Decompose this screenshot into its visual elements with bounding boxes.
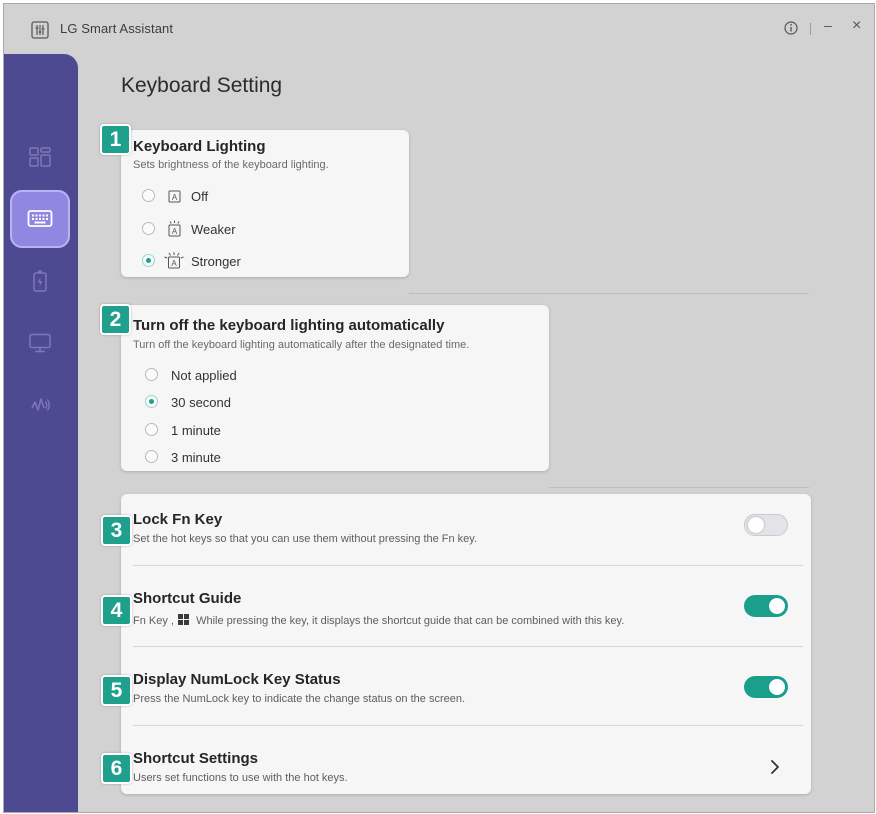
sidebar-item-dashboard[interactable] bbox=[10, 128, 70, 186]
toggle-knob bbox=[769, 679, 785, 695]
svg-text:A: A bbox=[172, 227, 178, 236]
close-button[interactable]: × bbox=[852, 18, 861, 34]
callout-badge-5: 5 bbox=[101, 675, 132, 706]
battery-icon bbox=[33, 270, 47, 292]
chevron-right-icon[interactable] bbox=[769, 759, 781, 775]
lighting-option-stronger[interactable]: A Stronger bbox=[142, 252, 272, 272]
row-divider bbox=[133, 725, 803, 726]
monitor-icon bbox=[29, 333, 51, 353]
option-label: 1 minute bbox=[171, 423, 221, 438]
shortcut-guide-title: Shortcut Guide bbox=[133, 590, 242, 607]
page-title: Keyboard Setting bbox=[121, 74, 283, 97]
numlock-status-subtitle: Press the NumLock key to indicate the ch… bbox=[133, 693, 466, 705]
sidebar-nav bbox=[4, 54, 78, 812]
lighting-option-weaker[interactable]: A Weaker bbox=[142, 220, 262, 240]
sidebar-item-display[interactable] bbox=[10, 314, 70, 372]
option-label: Weaker bbox=[191, 222, 236, 237]
key-off-icon: A bbox=[168, 190, 181, 203]
svg-text:A: A bbox=[171, 259, 177, 268]
keyboard-lighting-subtitle: Sets brightness of the keyboard lighting… bbox=[133, 159, 329, 171]
shortcut-guide-toggle[interactable] bbox=[744, 595, 788, 617]
keyboard-icon bbox=[27, 210, 53, 227]
info-circle-icon[interactable] bbox=[784, 21, 798, 35]
auto-off-option-30-second[interactable]: 30 second bbox=[145, 393, 265, 413]
title-bar-separator bbox=[810, 23, 811, 35]
callout-badge-2: 2 bbox=[100, 304, 131, 335]
option-label: Stronger bbox=[191, 254, 241, 269]
shortcut-guide-fn-key-text: Fn Key , bbox=[133, 615, 174, 627]
section-divider bbox=[549, 487, 809, 488]
option-label: 3 minute bbox=[171, 450, 221, 465]
row-divider bbox=[133, 565, 803, 566]
toggle-knob bbox=[748, 517, 764, 533]
lock-fn-key-toggle[interactable] bbox=[744, 514, 788, 536]
radio-button[interactable] bbox=[142, 222, 155, 235]
auto-off-subtitle: Turn off the keyboard lighting automatic… bbox=[133, 339, 470, 351]
audio-icon bbox=[31, 398, 50, 411]
sidebar-item-audio[interactable] bbox=[10, 376, 70, 434]
shortcut-guide-description: While pressing the key, it displays the … bbox=[196, 615, 625, 627]
auto-off-card: Turn off the keyboard lighting automatic… bbox=[121, 305, 549, 471]
app-title: LG Smart Assistant bbox=[60, 21, 174, 36]
option-label: Not applied bbox=[171, 368, 237, 383]
auto-off-title: Turn off the keyboard lighting automatic… bbox=[133, 317, 445, 334]
keyboard-lighting-title: Keyboard Lighting bbox=[133, 138, 266, 155]
option-label: 30 second bbox=[171, 395, 231, 410]
numlock-status-title: Display NumLock Key Status bbox=[133, 671, 341, 688]
callout-badge-3: 3 bbox=[101, 515, 132, 546]
lock-fn-key-subtitle: Set the hot keys so that you can use the… bbox=[133, 533, 478, 545]
dashboard-icon bbox=[29, 147, 51, 167]
radio-button[interactable] bbox=[142, 189, 155, 202]
radio-button[interactable] bbox=[145, 423, 158, 436]
windows-logo-icon bbox=[178, 614, 190, 625]
app-window: LG Smart Assistant – × Keyboard Setting … bbox=[3, 3, 875, 813]
radio-button[interactable] bbox=[145, 450, 158, 463]
svg-text:A: A bbox=[172, 193, 178, 202]
sidebar-item-keyboard[interactable] bbox=[10, 190, 70, 248]
row-divider bbox=[133, 646, 803, 647]
key-strong-light-icon: A bbox=[164, 252, 184, 269]
callout-badge-1: 1 bbox=[100, 124, 131, 155]
radio-button[interactable] bbox=[142, 254, 155, 267]
callout-badge-4: 4 bbox=[101, 595, 132, 626]
radio-button[interactable] bbox=[145, 368, 158, 381]
callout-badge-6: 6 bbox=[101, 753, 132, 784]
lock-fn-key-title: Lock Fn Key bbox=[133, 511, 223, 528]
title-bar: LG Smart Assistant – × bbox=[4, 4, 874, 52]
auto-off-option-not-applied[interactable]: Not applied bbox=[145, 366, 265, 386]
shortcut-settings-title: Shortcut Settings bbox=[133, 750, 259, 767]
radio-button[interactable] bbox=[145, 395, 158, 408]
shortcut-settings-subtitle: Users set functions to use with the hot … bbox=[133, 772, 348, 784]
hotkey-settings-card: Lock Fn Key Set the hot keys so that you… bbox=[121, 494, 811, 794]
sidebar-item-battery[interactable] bbox=[10, 252, 70, 310]
auto-off-option-1-minute[interactable]: 1 minute bbox=[145, 421, 265, 441]
numlock-status-toggle[interactable] bbox=[744, 676, 788, 698]
section-divider bbox=[409, 293, 809, 294]
shortcut-guide-subtitle: Fn Key , While pressing the key, it disp… bbox=[133, 614, 624, 627]
option-label: Off bbox=[191, 189, 209, 204]
keyboard-lighting-card: Keyboard Lighting Sets brightness of the… bbox=[121, 130, 409, 277]
app-logo-icon bbox=[31, 21, 49, 39]
minimize-button[interactable]: – bbox=[824, 18, 832, 32]
key-weak-light-icon: A bbox=[168, 220, 181, 237]
auto-off-option-3-minute[interactable]: 3 minute bbox=[145, 448, 265, 468]
toggle-knob bbox=[769, 598, 785, 614]
lighting-option-off[interactable]: A Off bbox=[142, 187, 262, 207]
